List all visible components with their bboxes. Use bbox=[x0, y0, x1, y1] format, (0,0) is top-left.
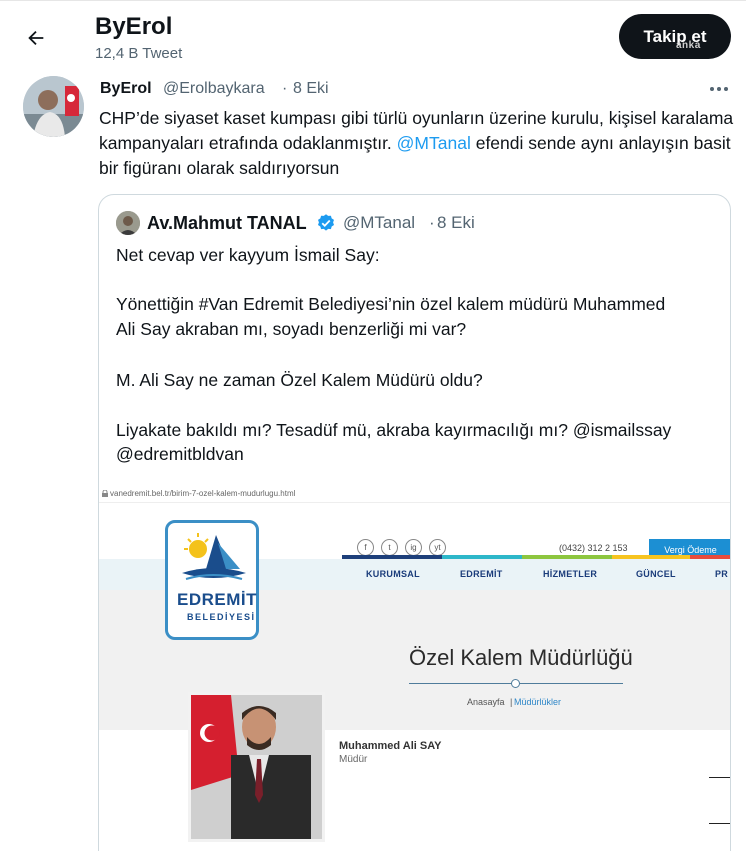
divider-line bbox=[709, 777, 730, 778]
person-name: Muhammed Ali SAY bbox=[339, 740, 442, 752]
quoted-author-handle: @MTanal bbox=[343, 213, 416, 232]
tweet-count: 12,4 B Tweet bbox=[95, 45, 183, 62]
tweet-author-handle[interactable]: @Erolbaykara bbox=[163, 80, 265, 98]
site-nav-kurumsal: KURUMSAL bbox=[366, 569, 420, 579]
arrow-left-icon bbox=[28, 30, 44, 46]
mention-link[interactable]: @MTanal bbox=[397, 133, 471, 153]
separator-dot: · bbox=[429, 213, 435, 232]
site-breadcrumb-separator: | bbox=[510, 697, 513, 707]
site-nav-edremit: EDREMİT bbox=[460, 569, 503, 579]
site-nav-pr: PR bbox=[715, 569, 729, 579]
browser-url: vanedremit.bel.tr/birim-7-ozel-kalem-mud… bbox=[110, 489, 296, 498]
profile-name: ByErol bbox=[95, 13, 173, 40]
quoted-tweet[interactable]: Av.Mahmut TANAL @MTanal · 8 Eki Net ceva… bbox=[98, 194, 731, 851]
browser-url-bar: vanedremit.bel.tr/birim-7-ozel-kalem-mud… bbox=[99, 485, 730, 503]
twitter-icon: t bbox=[381, 539, 398, 556]
quoted-author-name: Av.Mahmut TANAL bbox=[147, 213, 307, 233]
more-options-button[interactable] bbox=[705, 75, 733, 103]
tweet-text: CHP’de siyaset kaset kumpası gibi türlü … bbox=[99, 106, 744, 181]
person-photo bbox=[188, 692, 325, 842]
quoted-text-line: Yönettiğin #Van Edremit Belediyesi’nin ö… bbox=[116, 294, 666, 314]
tweet-author-name[interactable]: ByErol bbox=[100, 80, 152, 98]
more-icon bbox=[710, 87, 728, 91]
site-nav-hizmetler: HİZMETLER bbox=[543, 569, 598, 579]
site-breadcrumb-home: Anasayfa bbox=[467, 697, 505, 707]
person-role: Müdür bbox=[339, 754, 368, 765]
instagram-icon: ig bbox=[405, 539, 422, 556]
back-button[interactable] bbox=[16, 18, 56, 58]
avatar[interactable] bbox=[23, 76, 84, 137]
verified-icon bbox=[316, 213, 336, 233]
attached-image[interactable]: vanedremit.bel.tr/birim-7-ozel-kalem-mud… bbox=[99, 485, 730, 851]
logo-title: EDREMİT bbox=[177, 590, 257, 609]
quoted-text-line: Liyakate bakıldı mı? Tesadüf mü, akraba … bbox=[116, 420, 672, 440]
heading-divider-dot bbox=[511, 679, 520, 688]
separator-dot: · bbox=[282, 80, 288, 97]
site-nav-guncel: GÜNCEL bbox=[636, 569, 676, 579]
quoted-timestamp: 8 Eki bbox=[437, 213, 475, 232]
edremit-logo bbox=[165, 520, 259, 640]
facebook-icon: f bbox=[357, 539, 374, 556]
quoted-text-line: @edremitbldvan bbox=[116, 444, 244, 464]
quoted-text-line: M. Ali Say ne zaman Özel Kalem Müdürü ol… bbox=[116, 370, 483, 390]
profile-header: ByErol 12,4 B Tweet Takip et anka bbox=[0, 0, 746, 70]
follow-button[interactable]: Takip et bbox=[619, 14, 731, 59]
tweet-timestamp[interactable]: 8 Eki bbox=[293, 80, 329, 98]
logo-subtitle: BELEDİYESİ bbox=[187, 612, 256, 622]
lock-icon bbox=[102, 490, 108, 497]
site-page-heading: Özel Kalem Müdürlüğü bbox=[409, 645, 633, 670]
watermark-logo: anka bbox=[676, 40, 701, 51]
youtube-icon: yt bbox=[429, 539, 446, 556]
site-phone: (0432) 312 2 153 bbox=[559, 543, 628, 553]
divider-line bbox=[709, 823, 730, 824]
site-breadcrumb-current: Müdürlükler bbox=[514, 697, 562, 707]
quoted-text-line: Net cevap ver kayyum İsmail Say: bbox=[116, 245, 380, 265]
quoted-avatar bbox=[116, 211, 140, 235]
quoted-text-line: Ali Say akraban mı, soyadı benzerliği mi… bbox=[116, 319, 467, 339]
